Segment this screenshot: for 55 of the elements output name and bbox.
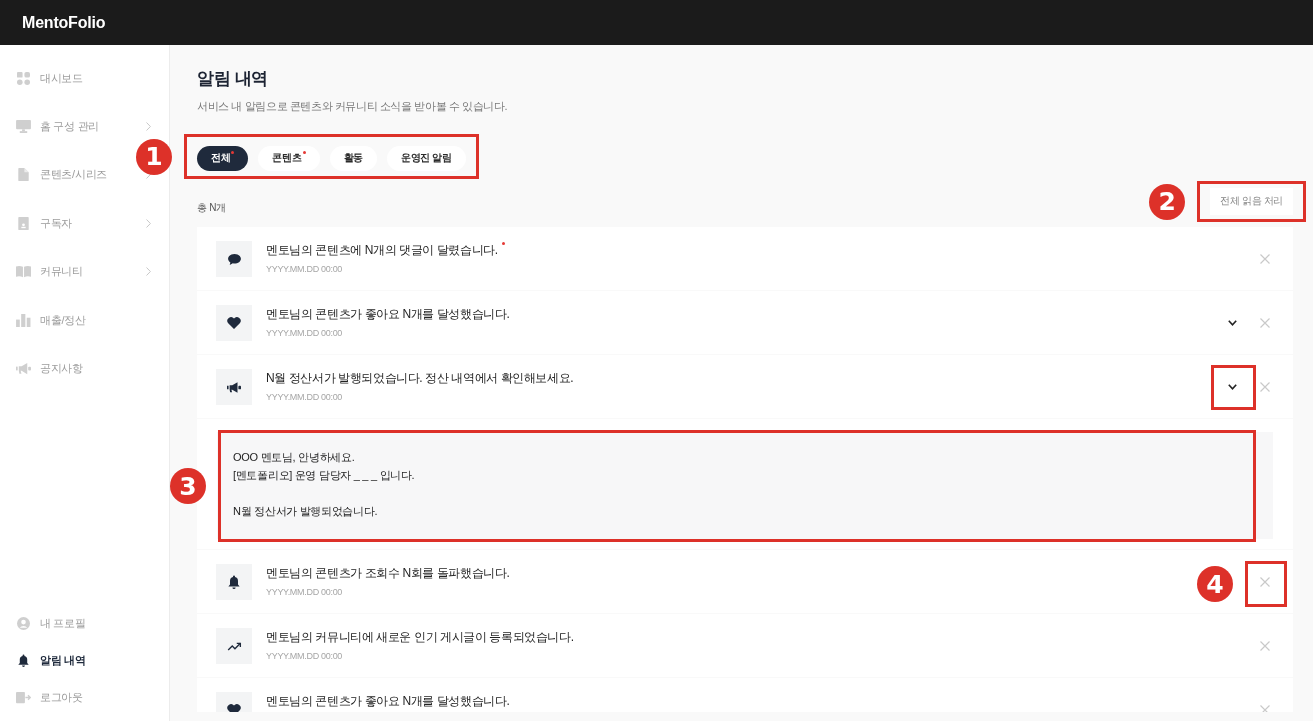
sidebar-item[interactable]: 알림 내역 [16, 653, 86, 668]
close-icon [1260, 382, 1270, 392]
notification-title: 멘토님의 콘텐츠가 좋아요 N개를 달성했습니다. [266, 306, 510, 323]
filter-tab[interactable]: 활동 [329, 146, 377, 171]
mark-all-read-button[interactable]: 전체 읽음 처리 [1210, 188, 1293, 215]
notification-row[interactable]: 멘토님의 콘텐츠가 좋아요 N개를 달성했습니다. YYYY.MM.DD 00:00 [197, 291, 1293, 354]
filter-tab[interactable]: 콘텐츠 [258, 146, 320, 171]
notification-date: YYYY.MM.DD 00:00 [266, 391, 343, 404]
id-card-icon [16, 216, 31, 230]
annotation-number: 2 [1149, 183, 1186, 220]
user-icon [16, 617, 31, 630]
page-subtitle: 서비스 내 알림으로 콘텐츠와 커뮤니티 소식을 받아볼 수 있습니다. [197, 99, 508, 113]
document-icon [16, 168, 31, 182]
grid-icon [16, 71, 31, 85]
annotation-number: 4 [1197, 566, 1233, 602]
bell-icon [216, 564, 252, 600]
trending-up-icon [216, 628, 252, 664]
monitor-icon [16, 120, 31, 134]
message-line: N월 정산서가 발행되었습니다. [233, 504, 378, 519]
logout-icon [16, 691, 31, 704]
notification-title: 멘토님의 콘텐츠가 조회수 N회를 돌파했습니다. [266, 565, 510, 582]
close-icon [1260, 577, 1270, 587]
notification-date: YYYY.MM.DD 00:00 [266, 327, 343, 340]
chevron-down-icon [1227, 384, 1237, 390]
notification-date: YYYY.MM.DD 00:00 [266, 586, 343, 599]
filter-tab[interactable]: 운영진 알림 [386, 146, 466, 171]
notification-row[interactable]: N월 정산서가 발행되었습니다. 정산 내역에서 확인해보세요. YYYY.MM.DD 00:00 [197, 355, 1293, 418]
notification-row[interactable]: 멘토님의 커뮤니티에 새로운 인기 게시글이 등록되었습니다. YYYY.MM.DD 00:00 [197, 614, 1293, 677]
page-title: 알림 내역 [197, 69, 268, 89]
notification-title: 멘토님의 콘텐츠가 좋아요 N개를 달성했습니다. [266, 693, 510, 710]
notification-date: YYYY.MM.DD 00:00 [266, 263, 343, 276]
notification-title: N월 정산서가 발행되었습니다. 정산 내역에서 확인해보세요. [266, 370, 574, 387]
logo: MentoFolio [22, 13, 106, 32]
close-icon [1260, 705, 1270, 712]
notification-row[interactable]: 멘토님의 콘텐츠가 좋아요 N개를 달성했습니다. [197, 678, 1293, 712]
chevron-down-icon [1227, 320, 1237, 326]
close-icon [1260, 254, 1270, 264]
notification-title: 멘토님의 커뮤니티에 새로운 인기 게시글이 등록되었습니다. [266, 629, 574, 646]
filter-tab[interactable]: 전체 [197, 146, 249, 171]
notification-row[interactable]: 멘토님의 콘텐츠가 조회수 N회를 돌파했습니다. YYYY.MM.DD 00:00 4 [197, 550, 1293, 613]
book-icon [16, 265, 31, 279]
annotation-number: 3 [170, 468, 206, 504]
megaphone-icon [216, 369, 252, 405]
megaphone-icon [16, 362, 31, 376]
message-line: [멘토폴리오] 운영 담당자 _ _ _ 입니다. [233, 468, 415, 483]
message-line: OOO 멘토님, 안녕하세요. [233, 450, 355, 465]
close-icon [1260, 641, 1270, 651]
bell-icon [16, 654, 31, 667]
item-count: 총 N개 [197, 201, 226, 215]
close-icon [1260, 318, 1270, 328]
notification-row[interactable]: 멘토님의 콘텐츠에 N개의 댓글이 달렸습니다. YYYY.MM.DD 00:00 [197, 227, 1293, 290]
speech-bubble-icon [216, 241, 252, 277]
notification-title: 멘토님의 콘텐츠에 N개의 댓글이 달렸습니다. [266, 242, 498, 259]
bar-chart-icon [16, 313, 31, 327]
notification-date: YYYY.MM.DD 00:00 [266, 650, 343, 663]
